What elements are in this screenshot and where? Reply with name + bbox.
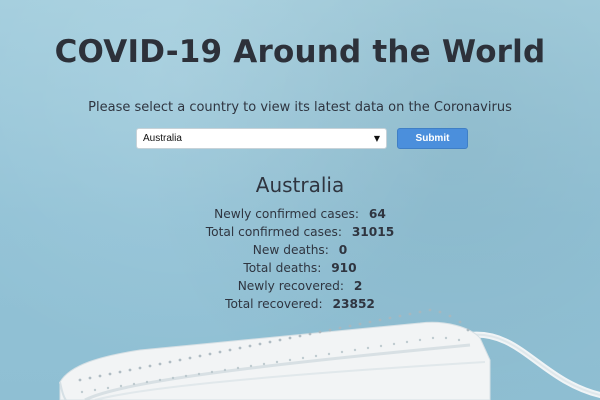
stat-label: Newly recovered: <box>237 279 344 293</box>
page-subtitle: Please select a country to view its late… <box>88 100 512 115</box>
stat-label: Newly confirmed cases: <box>214 207 360 221</box>
stat-row-new-deaths: New deaths: 0 <box>0 241 600 259</box>
stat-value: 64 <box>368 207 386 221</box>
stat-value: 0 <box>338 243 348 257</box>
stat-label: New deaths: <box>252 243 329 257</box>
country-name: Australia <box>255 173 345 197</box>
stat-value: 23852 <box>332 297 375 311</box>
stat-row-total-deaths: Total deaths: 910 <box>0 259 600 277</box>
country-select[interactable]: Australia ▼ <box>136 128 387 149</box>
stat-row-newly-recovered: Newly recovered: 2 <box>0 277 600 295</box>
stat-value: 910 <box>331 261 357 275</box>
stat-label: Total confirmed cases: <box>205 225 342 239</box>
stats-list: Newly confirmed cases: 64 Total confirme… <box>0 205 600 313</box>
stat-label: Total deaths: <box>243 261 322 275</box>
stat-value: 31015 <box>351 225 395 239</box>
stat-label: Total recovered: <box>225 297 323 311</box>
page-title: COVID-19 Around the World <box>54 34 546 70</box>
stat-row-total-recovered: Total recovered: 23852 <box>0 295 600 313</box>
country-select-value: Australia <box>143 133 182 144</box>
stat-value: 2 <box>353 279 363 293</box>
stat-row-newly-confirmed: Newly confirmed cases: 64 <box>0 205 600 223</box>
chevron-down-icon: ▼ <box>373 134 380 143</box>
stat-row-total-confirmed: Total confirmed cases: 31015 <box>0 223 600 241</box>
submit-button[interactable]: Submit <box>397 128 468 149</box>
